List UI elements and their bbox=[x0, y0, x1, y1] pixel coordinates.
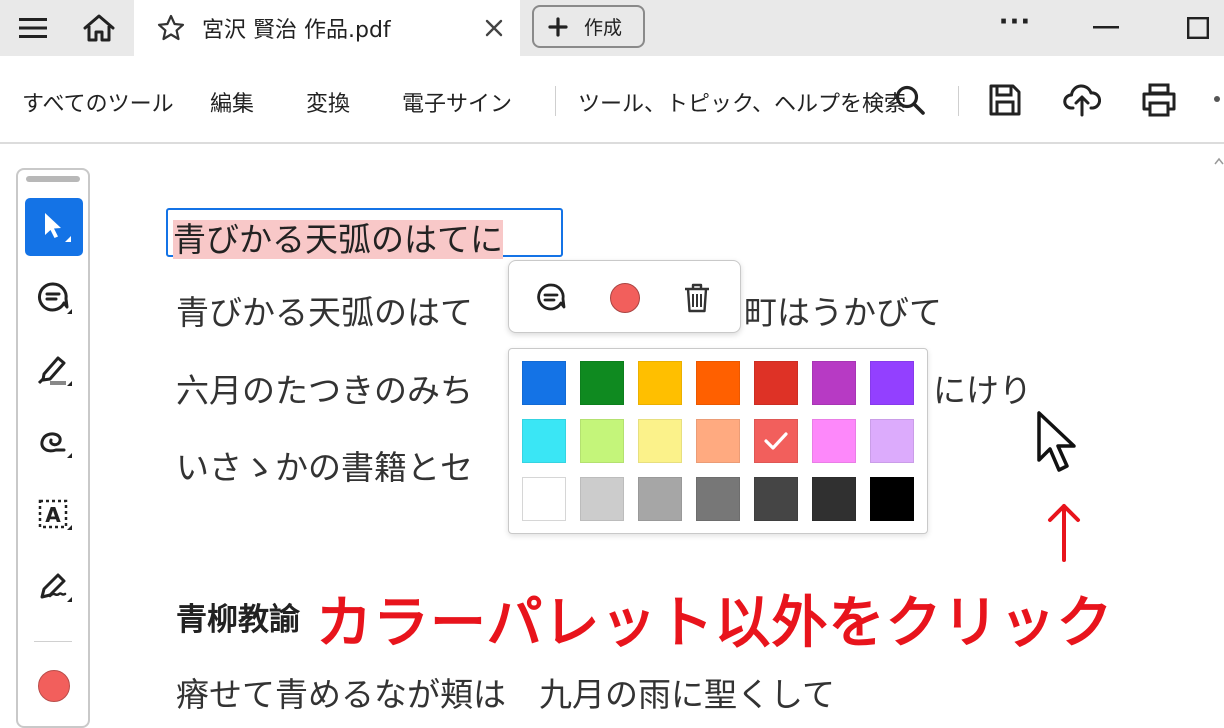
search-field[interactable]: ツール、トピック、ヘルプを検索 bbox=[578, 86, 906, 118]
document-heading: 青柳教諭 bbox=[176, 602, 300, 638]
save-icon bbox=[989, 84, 1021, 116]
svg-text:A: A bbox=[45, 503, 61, 527]
sign-tool[interactable] bbox=[25, 558, 83, 616]
color-swatch[interactable] bbox=[812, 361, 856, 405]
annotation-popup bbox=[508, 260, 741, 333]
print-button[interactable] bbox=[1139, 80, 1179, 120]
delete-button[interactable] bbox=[677, 278, 717, 318]
mouse-cursor-icon bbox=[1037, 411, 1076, 472]
color-swatch[interactable] bbox=[522, 419, 566, 463]
comment-tool[interactable] bbox=[25, 270, 83, 328]
color-swatch[interactable] bbox=[580, 477, 624, 521]
main-toolbar: すべてのツール 編集 変換 電子サイン ツール、トピック、ヘルプを検索 bbox=[0, 56, 1224, 144]
color-picker-button[interactable] bbox=[605, 278, 645, 318]
color-swatch[interactable] bbox=[870, 419, 914, 463]
text-box-icon: A bbox=[38, 499, 72, 530]
signature-pen-icon bbox=[40, 573, 72, 602]
color-swatch[interactable] bbox=[696, 477, 740, 521]
color-swatch[interactable] bbox=[638, 477, 682, 521]
scrollbar-arrow[interactable] bbox=[1214, 150, 1224, 165]
rail-drag-handle[interactable] bbox=[26, 176, 80, 182]
color-dot bbox=[610, 283, 640, 313]
highlighted-title-text: 青びかる天弧のはてに bbox=[173, 220, 503, 259]
select-tool[interactable] bbox=[25, 198, 83, 256]
color-swatch[interactable] bbox=[522, 361, 566, 405]
printer-icon bbox=[1142, 83, 1176, 117]
all-tools-menu[interactable]: すべてのツール bbox=[22, 86, 174, 118]
search-icon bbox=[895, 85, 925, 115]
freehand-icon bbox=[40, 432, 72, 458]
document-tab[interactable]: 宮沢 賢治 作品.pdf bbox=[134, 0, 520, 56]
home-icon bbox=[83, 14, 115, 42]
trash-icon bbox=[685, 283, 709, 313]
color-swatch[interactable] bbox=[812, 419, 856, 463]
color-swatch[interactable] bbox=[754, 419, 798, 463]
toolbar-divider bbox=[555, 86, 556, 116]
color-swatch[interactable] bbox=[638, 361, 682, 405]
quick-tools-rail: A bbox=[16, 168, 90, 728]
red-up-arrow-icon bbox=[1048, 504, 1080, 562]
create-button[interactable]: 作成 bbox=[532, 5, 645, 48]
add-comment-button[interactable] bbox=[531, 278, 571, 318]
star-icon[interactable] bbox=[156, 13, 186, 43]
color-swatch[interactable] bbox=[870, 477, 914, 521]
rail-divider bbox=[34, 641, 72, 642]
save-button[interactable] bbox=[985, 80, 1025, 120]
instruction-caption: カラーパレット以外をクリック bbox=[316, 591, 1114, 656]
menu-button[interactable] bbox=[0, 0, 66, 56]
tab-title: 宮沢 賢治 作品.pdf bbox=[202, 18, 391, 43]
more-options-button[interactable]: ··· bbox=[990, 0, 1040, 56]
color-swatch[interactable] bbox=[754, 361, 798, 405]
minimize-icon bbox=[1093, 26, 1119, 29]
comment-icon bbox=[537, 283, 566, 311]
color-swatch[interactable] bbox=[638, 419, 682, 463]
draw-tool[interactable] bbox=[25, 414, 83, 472]
minimize-button[interactable] bbox=[1084, 0, 1128, 56]
highlighter-icon bbox=[37, 356, 72, 386]
checkmark-icon bbox=[764, 432, 788, 450]
edit-menu[interactable]: 編集 bbox=[210, 86, 254, 118]
document-line: 瘠せて青めるなが頬は 九月の雨に聖くして bbox=[176, 675, 836, 714]
convert-menu[interactable]: 変換 bbox=[306, 86, 350, 118]
cloud-upload-icon bbox=[1063, 84, 1101, 117]
selected-highlight-annotation[interactable]: 青びかる天弧のはてに bbox=[166, 208, 563, 259]
maximize-icon bbox=[1187, 17, 1209, 39]
color-swatch[interactable] bbox=[812, 477, 856, 521]
color-swatch[interactable] bbox=[696, 361, 740, 405]
current-color-button[interactable] bbox=[38, 670, 70, 702]
tab-close-button[interactable] bbox=[480, 14, 508, 42]
home-button[interactable] bbox=[66, 0, 132, 56]
hamburger-icon bbox=[19, 18, 47, 38]
text-box-tool[interactable]: A bbox=[25, 486, 83, 544]
close-icon bbox=[485, 19, 503, 37]
color-swatch[interactable] bbox=[870, 361, 914, 405]
search-button[interactable] bbox=[890, 80, 930, 120]
pointer-icon bbox=[45, 213, 71, 242]
create-label: 作成 bbox=[584, 17, 623, 39]
color-swatch[interactable] bbox=[696, 419, 740, 463]
color-swatch[interactable] bbox=[580, 419, 624, 463]
color-palette bbox=[508, 348, 928, 534]
overflow-dot[interactable] bbox=[1214, 96, 1220, 102]
toolbar-divider bbox=[958, 86, 959, 116]
upload-button[interactable] bbox=[1062, 80, 1102, 120]
plus-icon bbox=[548, 16, 568, 37]
color-swatch[interactable] bbox=[522, 477, 566, 521]
comment-icon bbox=[37, 282, 72, 314]
tab-bar: 宮沢 賢治 作品.pdf 作成 ··· bbox=[0, 0, 1224, 56]
e-sign-menu[interactable]: 電子サイン bbox=[402, 86, 512, 118]
color-swatch[interactable] bbox=[754, 477, 798, 521]
color-swatch[interactable] bbox=[580, 361, 624, 405]
maximize-button[interactable] bbox=[1176, 0, 1220, 56]
highlight-tool[interactable] bbox=[25, 342, 83, 400]
